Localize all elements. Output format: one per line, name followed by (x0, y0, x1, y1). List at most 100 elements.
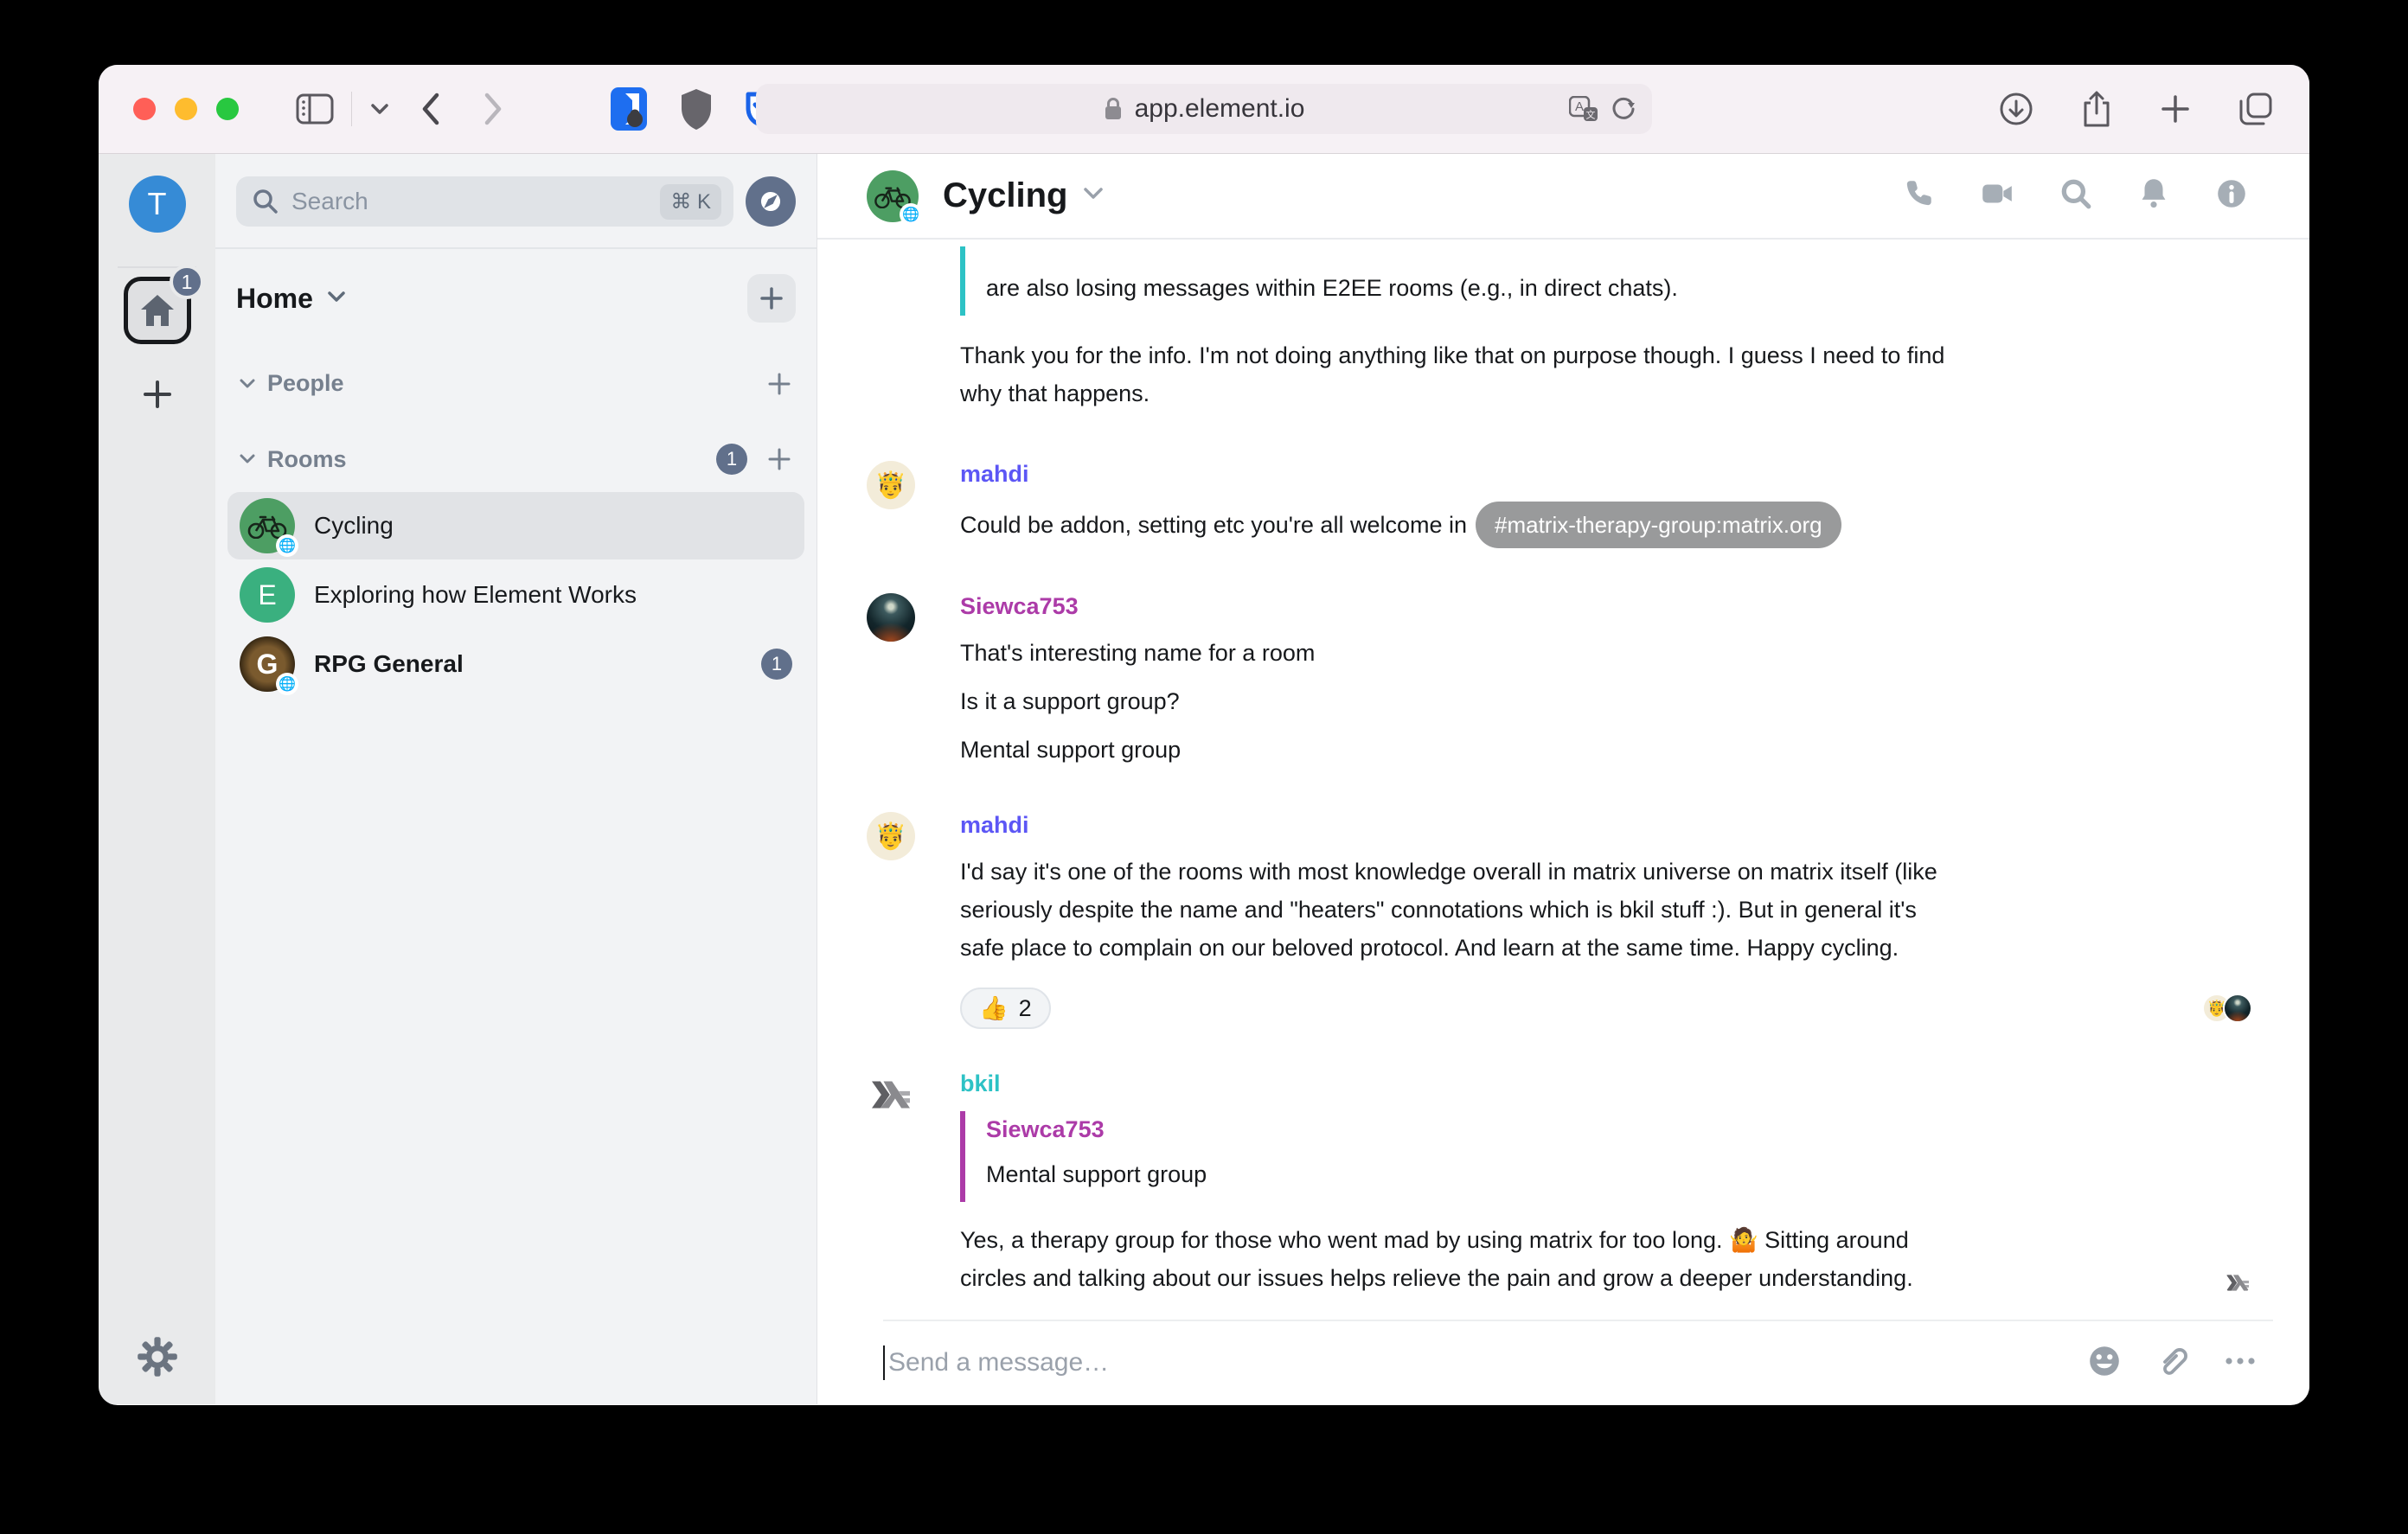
shield-extension-icon[interactable] (679, 87, 714, 131)
reaction-count: 2 (1019, 995, 1032, 1022)
rooms-section-label: Rooms (267, 446, 347, 473)
forward-button[interactable] (482, 92, 504, 126)
message-text-prefix: Could be addon, setting etc you're all w… (960, 512, 1467, 538)
message-text: Could be addon, setting etc you're all w… (960, 502, 2093, 548)
search-icon (252, 188, 279, 215)
message-group: 🤴 mahdi Could be addon, setting etc you'… (867, 461, 2252, 548)
room-link-pill[interactable]: #matrix-therapy-group:matrix.org (1476, 502, 1841, 548)
room-initial: G (257, 649, 279, 681)
svg-text:A: A (1575, 99, 1584, 114)
read-receipt-bkil[interactable] (2223, 1268, 2252, 1297)
space-chevron-down-icon[interactable] (325, 289, 348, 309)
space-rail: T 1 (99, 154, 215, 1404)
room-header-avatar[interactable]: 🌐 (867, 170, 919, 222)
reload-icon[interactable] (1611, 96, 1636, 122)
tab-overview-icon[interactable] (2237, 90, 2275, 128)
room-avatar-rpg: G 🌐 (240, 636, 295, 692)
search-input[interactable]: Search ⌘ K (236, 176, 733, 227)
sidebar-toggle-icon[interactable] (296, 93, 334, 125)
reaction-emoji: 👍 (979, 994, 1009, 1022)
rooms-section-header[interactable]: Rooms 1 (238, 444, 792, 475)
rooms-unread-badge: 1 (716, 444, 747, 475)
downloads-icon[interactable] (1998, 91, 2034, 127)
quoted-message[interactable]: are also losing messages within E2EE roo… (960, 246, 2252, 316)
message-text: Yes, a therapy group for those who went … (960, 1221, 2093, 1297)
panel-divider (215, 247, 817, 249)
window-controls (133, 98, 239, 120)
room-row-rpg-general[interactable]: G 🌐 RPG General 1 (227, 630, 804, 698)
traffic-light-minimize[interactable] (175, 98, 197, 120)
public-room-globe-icon: 🌐 (276, 534, 298, 557)
explore-rooms-button[interactable] (746, 176, 796, 227)
back-button[interactable] (419, 92, 442, 126)
translate-icon[interactable]: A文 (1569, 96, 1598, 122)
password-manager-extension-icon[interactable] (608, 85, 650, 133)
sidebar-chevron-down-icon[interactable] (369, 102, 390, 116)
message-text: Thank you for the info. I'm not doing an… (960, 336, 2093, 412)
room-row-exploring[interactable]: E Exploring how Element Works (227, 561, 804, 629)
sender-name[interactable]: bkil (960, 1071, 2252, 1097)
video-call-icon[interactable] (1979, 176, 2015, 215)
address-bar[interactable]: app.element.io A文 (756, 84, 1652, 134)
room-avatar-exploring: E (240, 567, 295, 623)
room-info-icon[interactable] (2214, 176, 2249, 215)
message-group: are also losing messages within E2EE roo… (867, 246, 2252, 412)
room-row-cycling[interactable]: 🌐 Cycling (227, 492, 804, 559)
quote-sender-name[interactable]: Siewca753 (986, 1116, 2252, 1143)
sender-name[interactable]: Siewca753 (960, 593, 2252, 620)
room-initial: E (258, 579, 276, 611)
sender-name[interactable]: mahdi (960, 461, 2252, 488)
composer-placeholder: Send a message… (888, 1348, 2086, 1377)
people-section-label: People (267, 370, 344, 397)
room-list-panel: Search ⌘ K Home People (215, 154, 817, 1404)
quote-text: Mental support group (986, 1155, 2119, 1193)
home-unread-badge: 1 (170, 265, 204, 299)
traffic-light-zoom[interactable] (216, 98, 239, 120)
bkil-avatar[interactable] (867, 1071, 915, 1119)
search-shortcut-badge: ⌘ K (660, 184, 721, 220)
sender-name[interactable]: mahdi (960, 812, 2252, 839)
add-button[interactable] (747, 274, 796, 323)
message-timeline[interactable]: are also losing messages within E2EE roo… (817, 240, 2309, 1320)
emoji-picker-icon[interactable] (2086, 1343, 2123, 1384)
search-placeholder: Search (291, 188, 660, 215)
svg-text:文: 文 (1586, 109, 1596, 121)
url-text: app.element.io (1135, 94, 1305, 124)
user-avatar[interactable]: T (129, 176, 186, 233)
notifications-bell-icon[interactable] (2136, 176, 2171, 216)
add-people-icon[interactable] (766, 371, 792, 397)
new-tab-icon[interactable] (2159, 93, 2192, 125)
attachment-icon[interactable] (2155, 1343, 2190, 1384)
room-name: Exploring how Element Works (314, 581, 792, 609)
room-header: 🌐 Cycling (817, 154, 2309, 240)
create-space-button[interactable] (140, 377, 175, 416)
room-title[interactable]: Cycling (943, 176, 1067, 215)
room-chevron-down-icon[interactable] (1081, 186, 1105, 206)
add-room-icon[interactable] (766, 446, 792, 472)
siewca753-avatar[interactable] (867, 593, 915, 642)
public-room-globe-icon: 🌐 (900, 203, 922, 226)
settings-gear-icon[interactable] (137, 1336, 178, 1382)
quoted-message[interactable]: Siewca753 Mental support group (960, 1111, 2252, 1202)
share-icon[interactable] (2079, 89, 2114, 129)
room-name: RPG General (314, 650, 761, 678)
space-name[interactable]: Home (236, 283, 313, 315)
more-options-icon[interactable] (2223, 1355, 2258, 1371)
mahdi-avatar[interactable]: 🤴 (867, 461, 915, 509)
people-section-header[interactable]: People (238, 370, 792, 397)
room-unread-badge: 1 (761, 649, 792, 680)
browser-window: app.element.io A文 (99, 65, 2309, 1405)
reaction-chip[interactable]: 👍 2 (960, 988, 1051, 1029)
mahdi-avatar[interactable]: 🤴 (867, 812, 915, 860)
voice-call-icon[interactable] (1901, 176, 1936, 215)
room-name: Cycling (314, 512, 792, 540)
room-search-icon[interactable] (2059, 176, 2093, 215)
read-receipt-siewca[interactable] (2223, 994, 2252, 1023)
room-avatar-cycling: 🌐 (240, 498, 295, 553)
chevron-down-icon (238, 377, 257, 391)
tls-lock-icon (1104, 97, 1123, 121)
traffic-light-close[interactable] (133, 98, 156, 120)
message-composer[interactable]: Send a message… (883, 1320, 2273, 1404)
message-text: Is it a support group? (960, 682, 2093, 720)
message-text: Mental support group (960, 731, 2093, 769)
